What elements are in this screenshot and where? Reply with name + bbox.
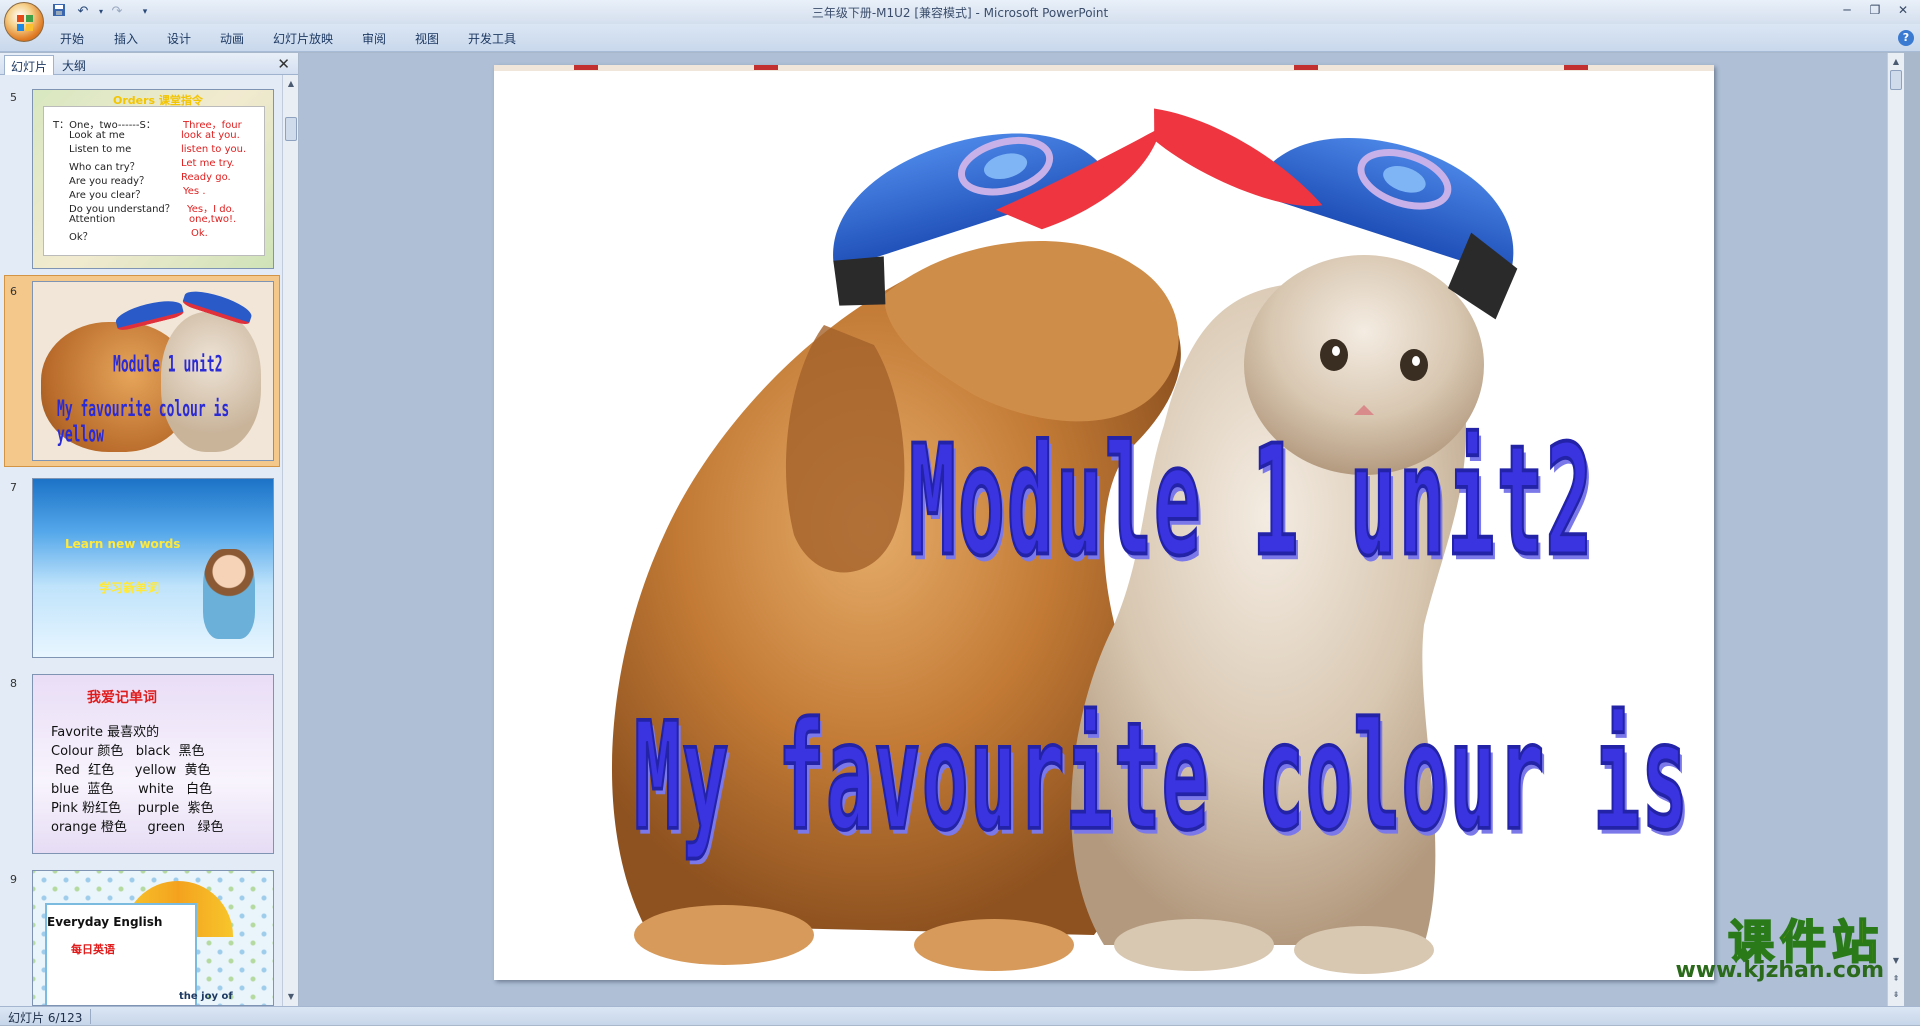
editor-scrollbar[interactable]: ▲ ▼ ⇞ ⇟	[1887, 53, 1904, 1006]
order-right: Yes，I do.	[187, 204, 235, 215]
slide-thumbnail-7[interactable]: Learn new words 学习新单词	[32, 478, 274, 658]
tab-review[interactable]: 审阅	[362, 30, 386, 47]
scroll-down-icon[interactable]: ▼	[1889, 954, 1903, 968]
previous-slide-icon[interactable]: ⇞	[1889, 972, 1903, 986]
order-left: Attention	[69, 214, 116, 225]
watermark-url: www.kjzhan.com	[1675, 958, 1884, 983]
slide-title[interactable]: Module 1 unit2	[908, 413, 1594, 592]
tab-home[interactable]: 开始	[60, 30, 84, 47]
thumb-subtitle: My favourite colour is yellow	[57, 397, 230, 449]
tab-developer[interactable]: 开发工具	[468, 30, 516, 47]
scroll-up-icon[interactable]: ▲	[1889, 55, 1903, 69]
vocab-line: Red 红色 yellow 黄色	[51, 763, 211, 778]
office-button[interactable]	[4, 2, 44, 42]
thumb-title: Module 1 unit2	[113, 352, 223, 379]
order-left: Do you understand？	[69, 204, 175, 215]
slide-number: 5	[10, 91, 17, 104]
order-left: Look at me	[69, 130, 125, 141]
order-right: listen to you.	[181, 144, 247, 155]
pane-tabs: 幻灯片 大纲 ✕	[0, 53, 298, 75]
scroll-thumb[interactable]	[285, 117, 297, 141]
close-icon[interactable]: ✕	[1890, 2, 1916, 20]
order-right: Ok.	[191, 228, 208, 239]
title-bar: ↶ ▾ ↷ ▾ 三年级下册-M1U2 [兼容模式] - Microsoft Po…	[0, 0, 1920, 42]
order-right: Let me try.	[181, 158, 235, 169]
order-left: Are you ready？	[69, 176, 150, 187]
order-right: Three，four	[183, 120, 242, 131]
watermark: 课件站 www.kjzhan.com	[1658, 906, 1888, 986]
slide-thumbnail-6[interactable]: Module 1 unit2 My favourite colour is ye…	[32, 281, 274, 461]
next-slide-icon[interactable]: ⇟	[1889, 988, 1903, 1002]
ribbon-tabs: 开始 插入 设计 动画 幻灯片放映 审阅 视图 开发工具 ?	[0, 24, 1920, 52]
vocab-line: Colour 颜色 black 黑色	[51, 744, 205, 759]
order-left: T：One，two------S：	[53, 120, 156, 131]
thumb-subtitle: 学习新单词	[99, 581, 160, 595]
doll-image	[203, 549, 255, 639]
slide-editor: Module 1 unit2 My favourite colour is ye…	[299, 53, 1904, 1006]
scroll-thumb[interactable]	[1890, 70, 1902, 90]
slide-thumbnail-9[interactable]: Everyday English 每日英语 the joy of	[32, 870, 274, 1006]
tab-animations[interactable]: 动画	[220, 30, 244, 47]
order-right: Ready go.	[181, 172, 231, 183]
slide-thumbnail-8[interactable]: 我爱记单词 Favorite 最喜欢的 Colour 颜色 black 黑色 R…	[32, 674, 274, 854]
order-right: Yes .	[183, 186, 206, 197]
tab-insert[interactable]: 插入	[114, 30, 138, 47]
order-right: one,two!.	[189, 214, 237, 225]
vocab-line: orange 橙色 green 绿色	[51, 820, 224, 835]
tab-slides[interactable]: 幻灯片	[4, 55, 55, 75]
vocab-line: Pink 粉红色 purple 紫色	[51, 801, 214, 816]
slide-number: 6	[10, 285, 17, 298]
slide-number: 7	[10, 481, 17, 494]
thumb-title: 我爱记单词	[87, 690, 157, 706]
tab-view[interactable]: 视图	[415, 30, 439, 47]
window-title: 三年级下册-M1U2 [兼容模式] - Microsoft PowerPoint	[811, 6, 1109, 20]
order-left: Ok？	[69, 232, 93, 243]
minimize-icon[interactable]: ─	[1834, 2, 1860, 20]
order-left: Who can try？	[69, 162, 140, 173]
tab-slideshow[interactable]: 幻灯片放映	[273, 30, 333, 47]
help-icon[interactable]: ?	[1898, 30, 1914, 46]
thumb-caption: the joy of	[179, 991, 233, 1002]
slides-pane: 幻灯片 大纲 ✕ 5 Orders 课堂指令 T：One，two------S：…	[0, 53, 298, 1006]
thumbnail-scrollbar[interactable]: ▲ ▼	[282, 75, 298, 1006]
vocab-line: blue 蓝色 white 白色	[51, 782, 213, 797]
order-left: Listen to me	[69, 144, 132, 155]
current-slide[interactable]: Module 1 unit2 My favourite colour is ye…	[494, 65, 1714, 980]
thumb-title: Learn new words	[65, 537, 181, 551]
thumb-title: Everyday English	[47, 915, 163, 929]
thumbnail-list: 5 Orders 课堂指令 T：One，two------S： Three，fo…	[0, 75, 282, 1006]
slide-subtitle[interactable]: My favourite colour is yellow	[633, 691, 1714, 866]
pane-close-icon[interactable]: ✕	[277, 55, 290, 73]
tab-design[interactable]: 设计	[167, 30, 191, 47]
vocab-line: Favorite 最喜欢的	[51, 725, 160, 740]
slide-counter: 幻灯片 6/123	[8, 1011, 83, 1025]
status-bar: 幻灯片 6/123	[0, 1006, 1920, 1025]
order-right: look at you.	[181, 130, 240, 141]
slide-number: 8	[10, 677, 17, 690]
tab-outline[interactable]: 大纲	[56, 55, 92, 75]
restore-icon[interactable]: ❐	[1862, 2, 1888, 20]
slide-number: 9	[10, 873, 17, 886]
scroll-up-icon[interactable]: ▲	[284, 77, 298, 91]
thumb-title: Orders 课堂指令	[113, 94, 203, 107]
scroll-down-icon[interactable]: ▼	[284, 990, 298, 1004]
order-left: Are you clear？	[69, 190, 146, 201]
status-divider	[90, 1009, 91, 1024]
thumb-subtitle: 每日英语	[71, 943, 115, 956]
office-logo-icon	[17, 15, 33, 31]
slide-thumbnail-5[interactable]: Orders 课堂指令 T：One，two------S： Three，four…	[32, 89, 274, 269]
